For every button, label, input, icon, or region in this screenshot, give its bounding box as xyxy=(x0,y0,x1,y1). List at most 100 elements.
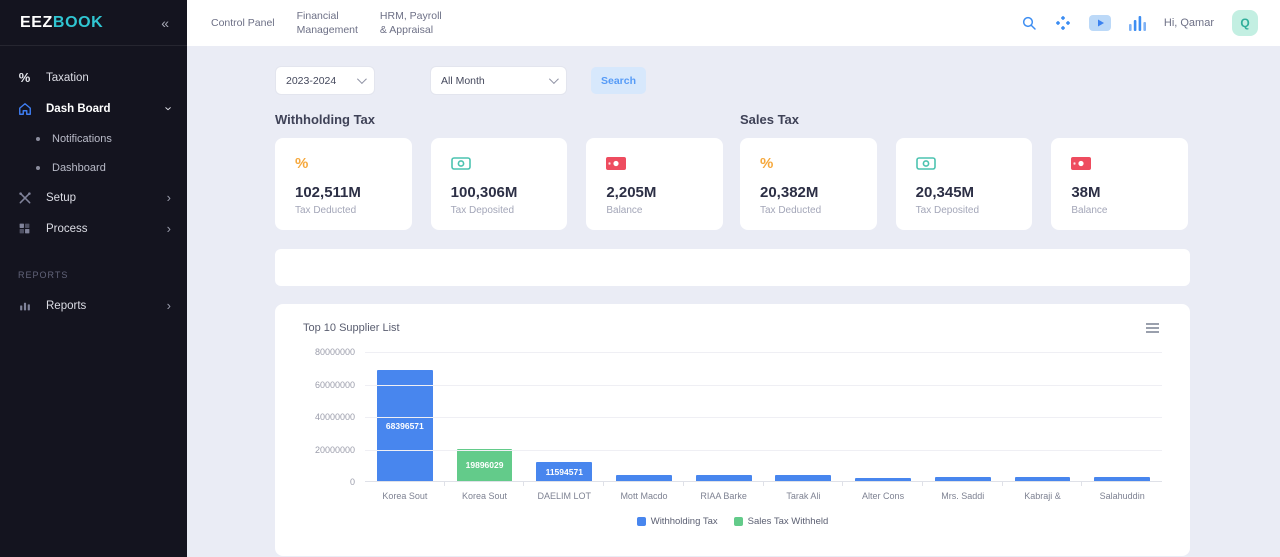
sidebar-item-label: Reports xyxy=(46,300,167,312)
y-tick-label: 20000000 xyxy=(315,445,355,455)
legend-item-withholding-tax[interactable]: Withholding Tax xyxy=(637,516,718,527)
bar-value-label: 19896029 xyxy=(466,460,504,470)
stat-card-tax-deducted: % 102,511M Tax Deducted xyxy=(275,138,412,230)
bar-withholding-tax[interactable]: 68396571 xyxy=(377,370,433,481)
bar-withholding-tax[interactable] xyxy=(1015,477,1071,481)
chart-legend: Withholding Tax Sales Tax Withheld xyxy=(303,516,1162,527)
bar-withholding-tax[interactable] xyxy=(696,475,752,481)
sidebar-item-reports[interactable]: Reports › xyxy=(0,290,187,321)
video-icon[interactable] xyxy=(1089,15,1111,31)
x-tick-label: RIAA Barke xyxy=(684,491,764,501)
bar-withholding-tax[interactable] xyxy=(935,477,991,481)
filter-bar: 2023-2024 All Month Search xyxy=(275,66,1190,95)
topbar: Control Panel Financial Management HRM, … xyxy=(187,0,1280,46)
sales-tax-section: Sales Tax % 20,382M Tax Deducted 20,345M xyxy=(740,112,1188,230)
chevron-down-icon xyxy=(357,74,367,84)
money-outline-icon xyxy=(916,155,1013,171)
legend-swatch xyxy=(637,517,646,526)
sidebar-collapse-icon[interactable]: « xyxy=(161,15,169,31)
apps-icon[interactable] xyxy=(1055,15,1071,31)
stat-value: 102,511M xyxy=(295,184,392,201)
sidebar-item-label: Setup xyxy=(46,192,167,204)
sidebar-item-setup[interactable]: Setup › xyxy=(0,182,187,213)
stat-card-tax-deposited: 20,345M Tax Deposited xyxy=(896,138,1033,230)
nav-hrm-payroll[interactable]: HRM, Payroll & Appraisal xyxy=(380,9,442,37)
legend-label: Sales Tax Withheld xyxy=(748,516,829,527)
stat-card-balance: 2,205M Balance xyxy=(586,138,723,230)
chevron-right-icon: › xyxy=(167,191,171,204)
sidebar-item-notifications[interactable]: Notifications xyxy=(0,124,187,153)
stats-sections: Withholding Tax % 102,511M Tax Deducted … xyxy=(275,112,1190,230)
sidebar-subitem-label: Dashboard xyxy=(52,162,106,174)
y-tick-label: 60000000 xyxy=(315,380,355,390)
home-icon xyxy=(16,102,33,116)
bar-withholding-tax[interactable]: 11594571 xyxy=(536,462,592,481)
bar-sales-tax-withheld[interactable]: 19896029 xyxy=(457,449,513,481)
sidebar-item-taxation[interactable]: % Taxation xyxy=(0,62,187,93)
search-button[interactable]: Search xyxy=(591,67,646,94)
chart-menu-icon[interactable] xyxy=(1143,320,1162,336)
sidebar-item-dashboard[interactable]: Dashboard xyxy=(0,153,187,182)
legend-item-sales-tax-withheld[interactable]: Sales Tax Withheld xyxy=(734,516,829,527)
percent-icon: % xyxy=(760,155,857,171)
stat-label: Tax Deducted xyxy=(295,205,392,216)
stat-card-tax-deposited: 100,306M Tax Deposited xyxy=(431,138,568,230)
stats-icon[interactable] xyxy=(1129,16,1146,31)
chevron-right-icon: › xyxy=(167,222,171,235)
sidebar-menu: % Taxation Dash Board › Notifications Da… xyxy=(0,46,187,321)
chevron-right-icon: › xyxy=(167,299,171,312)
logo-text-primary: EEZ xyxy=(20,14,53,31)
stat-value: 38M xyxy=(1071,184,1168,201)
bar-value-label: 11594571 xyxy=(546,467,583,477)
bar-chart-icon xyxy=(16,299,33,312)
bullet-icon xyxy=(36,166,40,170)
legend-swatch xyxy=(734,517,743,526)
tools-icon xyxy=(16,191,33,205)
stat-label: Balance xyxy=(1071,205,1168,216)
chart-plot: 68396571 19896029 11594571 xyxy=(365,352,1162,482)
bar-value-label: 68396571 xyxy=(386,421,424,431)
y-tick-label: 40000000 xyxy=(315,412,355,422)
supplier-chart-card: Top 10 Supplier List 0200000004000000060… xyxy=(275,304,1190,556)
avatar[interactable]: Q xyxy=(1232,10,1258,36)
x-tick-label: Kabraji & xyxy=(1003,491,1083,501)
sidebar-item-process[interactable]: Process › xyxy=(0,213,187,244)
sidebar: EEZBOOK « % Taxation Dash Board › Notifi… xyxy=(0,0,187,557)
month-select[interactable]: All Month xyxy=(430,66,567,95)
grid-icon xyxy=(16,222,33,235)
bar-withholding-tax[interactable] xyxy=(855,478,911,481)
nav-financial-management[interactable]: Financial Management xyxy=(297,9,358,37)
year-select-value: 2023-2024 xyxy=(286,75,336,87)
x-tick-label: Mott Macdo xyxy=(604,491,684,501)
gridline xyxy=(365,417,1162,418)
top-navigation: Control Panel Financial Management HRM, … xyxy=(211,9,442,37)
bar-withholding-tax[interactable] xyxy=(1094,477,1150,481)
cards-row: % 20,382M Tax Deducted 20,345M Tax Depos… xyxy=(740,138,1188,230)
empty-panel xyxy=(275,249,1190,286)
x-tick-label: Korea Sout xyxy=(365,491,445,501)
search-icon[interactable] xyxy=(1021,15,1037,31)
logo-text-accent: BOOK xyxy=(53,14,103,31)
stat-value: 20,345M xyxy=(916,184,1013,201)
bar-chart: 020000000400000006000000080000000 683965… xyxy=(303,352,1162,482)
app-logo: EEZBOOK xyxy=(20,14,103,32)
nav-control-panel[interactable]: Control Panel xyxy=(211,16,275,30)
bar-withholding-tax[interactable] xyxy=(616,475,672,481)
stat-label: Balance xyxy=(606,205,703,216)
y-tick-label: 80000000 xyxy=(315,347,355,357)
stat-value: 2,205M xyxy=(606,184,703,201)
bar-withholding-tax[interactable] xyxy=(775,475,831,481)
topbar-actions: Hi, Qamar Q xyxy=(1021,10,1258,36)
bullet-icon xyxy=(36,137,40,141)
section-title: Withholding Tax xyxy=(275,112,723,127)
app-window: EEZBOOK « % Taxation Dash Board › Notifi… xyxy=(0,0,1280,557)
chevron-down-icon xyxy=(549,74,559,84)
stat-label: Tax Deposited xyxy=(451,205,548,216)
legend-label: Withholding Tax xyxy=(651,516,718,527)
x-tick-label: Korea Sout xyxy=(445,491,525,501)
year-select[interactable]: 2023-2024 xyxy=(275,66,375,95)
stat-card-tax-deducted: % 20,382M Tax Deducted xyxy=(740,138,877,230)
stat-card-balance: 38M Balance xyxy=(1051,138,1188,230)
stat-label: Tax Deducted xyxy=(760,205,857,216)
sidebar-item-dashboard-parent[interactable]: Dash Board › xyxy=(0,93,187,124)
